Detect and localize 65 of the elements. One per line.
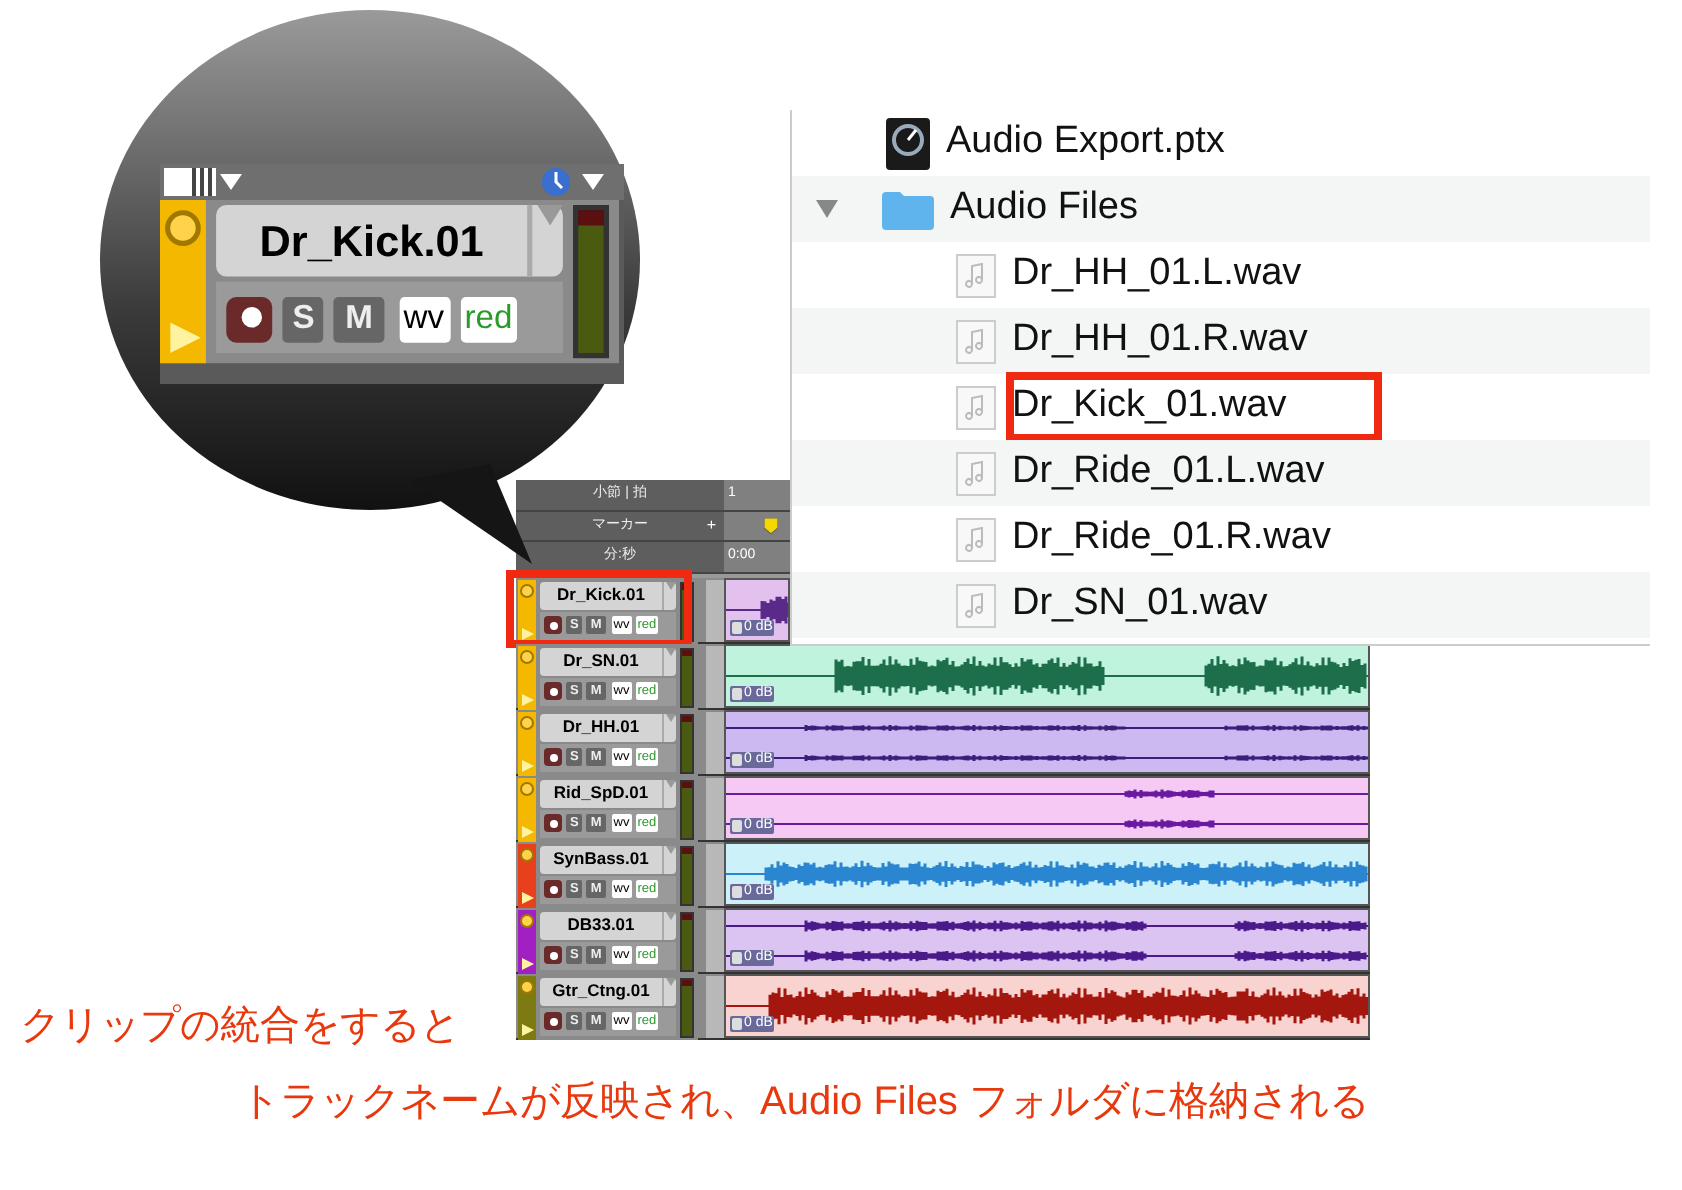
level-meter [680, 713, 694, 774]
audio-file-icon [956, 517, 996, 561]
play-triangle-icon [521, 627, 533, 640]
file-name[interactable]: Audio Files [950, 180, 1138, 238]
automation-button[interactable]: red [459, 294, 518, 341]
audio-file-icon [956, 319, 996, 363]
play-triangle-icon [521, 957, 533, 970]
caret-icon[interactable] [220, 174, 242, 190]
track-name-field[interactable]: Dr_Kick.01 [216, 205, 563, 277]
level-meter [680, 977, 694, 1038]
folder-icon [882, 189, 934, 229]
play-triangle-icon [521, 891, 533, 904]
file-name[interactable]: Dr_Kick_01.wav [1012, 378, 1287, 436]
file-row[interactable]: Dr_HH_01.R.wav [792, 308, 1650, 374]
caret-icon[interactable] [582, 174, 604, 190]
play-triangle-icon [521, 693, 533, 706]
file-row[interactable]: Dr_Ride_01.L.wav [792, 440, 1650, 506]
play-triangle-icon [521, 759, 533, 772]
file-name[interactable]: Dr_SN_01.wav [1012, 576, 1268, 634]
file-row[interactable]: Audio Files [792, 176, 1650, 242]
record-button[interactable] [544, 682, 562, 701]
track-name-field[interactable]: SynBass.01 [540, 845, 676, 874]
track-name-field[interactable]: Dr_HH.01 [540, 713, 676, 742]
file-name[interactable]: Audio Export.ptx [946, 114, 1225, 172]
grid-view-icon[interactable] [164, 168, 216, 196]
record-button[interactable] [544, 616, 562, 635]
record-button[interactable] [544, 814, 562, 833]
clock-icon[interactable] [542, 168, 570, 196]
view-button[interactable]: wv [398, 294, 450, 341]
play-triangle-icon [521, 1023, 533, 1036]
mute-button[interactable]: M [335, 294, 384, 341]
file-row[interactable]: Dr_SN_01.wav [792, 572, 1650, 638]
record-button[interactable] [544, 748, 562, 767]
audio-file-icon [956, 385, 996, 429]
file-name[interactable]: Dr_HH_01.L.wav [1012, 246, 1302, 304]
session-file-icon [886, 117, 930, 169]
level-meter [680, 779, 694, 840]
record-button[interactable] [544, 946, 562, 965]
play-triangle-icon [521, 825, 533, 838]
audio-file-icon [956, 253, 996, 297]
track-name-field[interactable]: Dr_SN.01 [540, 647, 676, 676]
play-triangle-icon [167, 322, 199, 353]
dropdown-caret-icon[interactable] [534, 205, 561, 226]
level-meter [680, 647, 694, 708]
file-name[interactable]: Dr_Ride_01.L.wav [1012, 444, 1325, 502]
track-name-field[interactable]: Rid_SpD.01 [540, 779, 676, 808]
level-meter [680, 845, 694, 906]
track-name-field[interactable]: Dr_Kick.01 [540, 581, 676, 610]
caption-text: クリップの統合をすると [20, 1002, 460, 1052]
record-button[interactable] [544, 880, 562, 899]
record-button[interactable] [226, 294, 273, 341]
track-menu-icon[interactable] [165, 210, 201, 246]
file-name[interactable]: Dr_Ride_01.R.wav [1012, 510, 1331, 568]
add-marker-button[interactable]: + [706, 514, 716, 539]
caption-text: トラックネームが反映され、Audio Files フォルダに格納される [240, 1078, 1369, 1128]
file-name[interactable]: Dr_HH_01.R.wav [1012, 312, 1308, 370]
track-name-field[interactable]: Gtr_Ctng.01 [540, 977, 676, 1006]
level-meter [680, 911, 694, 972]
disclosure-triangle-icon[interactable] [816, 200, 838, 218]
audio-file-icon [956, 583, 996, 627]
track-name-field[interactable]: DB33.01 [540, 911, 676, 940]
solo-button[interactable]: S [282, 294, 325, 341]
marker-icon[interactable] [764, 518, 778, 535]
audio-file-icon [956, 451, 996, 495]
record-button[interactable] [544, 1012, 562, 1031]
